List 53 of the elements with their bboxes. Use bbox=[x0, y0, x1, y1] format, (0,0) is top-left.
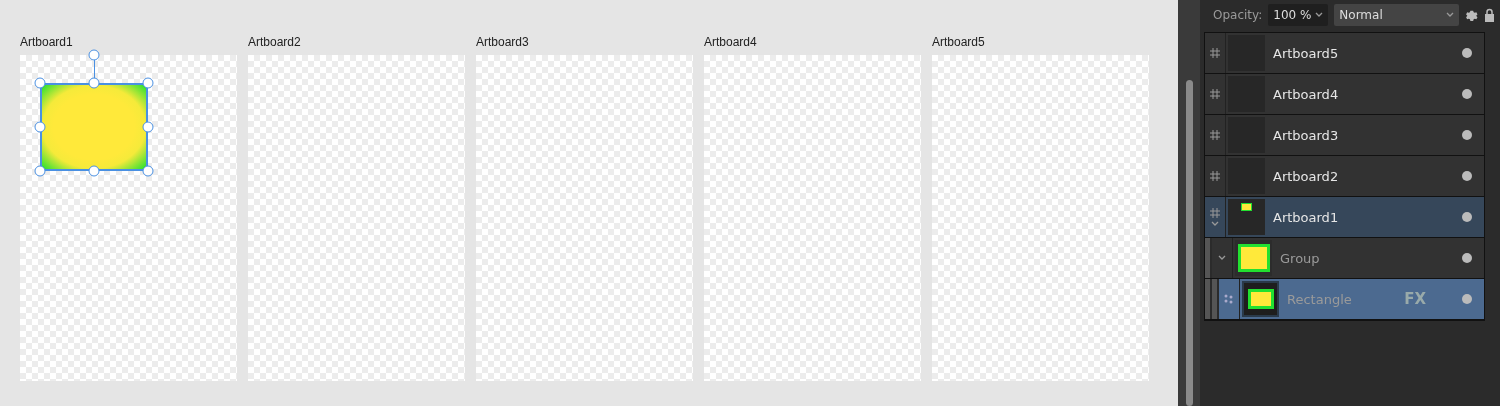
visibility-dot[interactable] bbox=[1462, 48, 1472, 58]
artboard-label: Artboard1 bbox=[20, 36, 74, 49]
layer-thumbnail bbox=[1228, 199, 1265, 235]
resize-handle[interactable] bbox=[142, 77, 154, 89]
layer-row[interactable]: Artboard4 bbox=[1205, 74, 1484, 115]
resize-handle[interactable] bbox=[142, 165, 154, 177]
settings-icon[interactable] bbox=[1465, 8, 1479, 22]
visibility-dot[interactable] bbox=[1462, 130, 1472, 140]
layer-name: Artboard1 bbox=[1272, 208, 1340, 227]
layer-name: Artboard3 bbox=[1272, 126, 1340, 145]
layer-name: Rectangle bbox=[1286, 290, 1353, 309]
visibility-dot[interactable] bbox=[1462, 253, 1472, 263]
grid-icon bbox=[1210, 48, 1220, 58]
grid-icon bbox=[1210, 207, 1220, 218]
dots-icon bbox=[1224, 294, 1234, 304]
layer-name: Group bbox=[1279, 249, 1321, 268]
layer-row[interactable]: Artboard1 bbox=[1205, 197, 1484, 238]
layer-thumbnail bbox=[1242, 281, 1279, 317]
resize-handle[interactable] bbox=[34, 77, 46, 89]
visibility-dot[interactable] bbox=[1462, 294, 1472, 304]
layer-name: Artboard5 bbox=[1272, 44, 1340, 63]
artboard-label: Artboard4 bbox=[704, 36, 758, 49]
layer-row[interactable]: Group bbox=[1205, 238, 1484, 279]
artboard-label: Artboard2 bbox=[248, 36, 302, 49]
caret-icon bbox=[1315, 12, 1324, 18]
layer-row[interactable]: Artboard3 bbox=[1205, 115, 1484, 156]
opacity-label: Opacity: bbox=[1213, 8, 1263, 22]
layer-row[interactable]: Artboard5 bbox=[1205, 33, 1484, 74]
scrollbar-thumb[interactable] bbox=[1185, 80, 1193, 406]
artboard-label: Artboard3 bbox=[476, 36, 530, 49]
resize-handle[interactable] bbox=[142, 121, 154, 133]
blend-mode-dropdown[interactable]: Normal bbox=[1334, 4, 1460, 26]
resize-handle[interactable] bbox=[34, 165, 46, 177]
rotate-handle[interactable] bbox=[88, 49, 100, 61]
layer-name: Artboard2 bbox=[1272, 167, 1340, 186]
expand-chevron-icon[interactable] bbox=[1211, 220, 1219, 227]
caret-icon bbox=[1446, 12, 1455, 18]
layer-row[interactable]: Artboard2 bbox=[1205, 156, 1484, 197]
opacity-dropdown[interactable]: 100 % bbox=[1268, 4, 1329, 26]
layer-thumbnail bbox=[1235, 240, 1272, 276]
layer-name: Artboard4 bbox=[1272, 85, 1340, 104]
expand-chevron-icon[interactable] bbox=[1218, 255, 1226, 261]
grid-icon bbox=[1210, 130, 1220, 140]
visibility-dot[interactable] bbox=[1462, 171, 1472, 181]
resize-handle[interactable] bbox=[34, 121, 46, 133]
grid-icon bbox=[1210, 171, 1220, 181]
visibility-dot[interactable] bbox=[1462, 89, 1472, 99]
lock-icon[interactable] bbox=[1484, 8, 1496, 22]
resize-handle[interactable] bbox=[88, 165, 100, 177]
artboard-label: Artboard5 bbox=[932, 36, 986, 49]
visibility-dot[interactable] bbox=[1462, 212, 1472, 222]
resize-handle[interactable] bbox=[88, 77, 100, 89]
grid-icon bbox=[1210, 89, 1220, 99]
